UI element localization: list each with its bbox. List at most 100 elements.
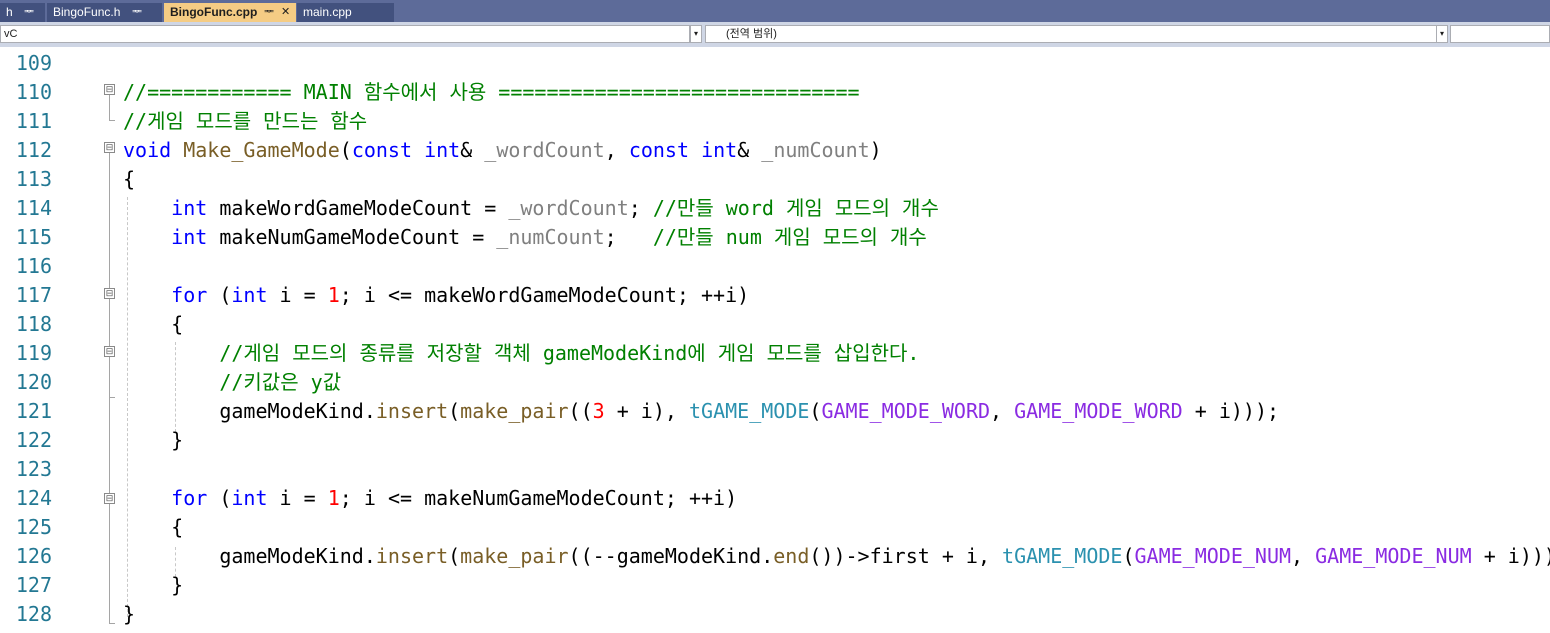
line-number: 126 xyxy=(15,544,52,568)
chevron-down-icon[interactable]: ▾ xyxy=(690,25,702,43)
code-line[interactable]: //게임 모드를 만드는 함수 xyxy=(123,107,367,136)
code-editor[interactable]: ⊟ ⊟ ⊟ ⊟ ⊟ 109 110 //============ MAIN 함수에서… xyxy=(0,47,1550,633)
code-line[interactable]: //게임 모드의 종류를 저장할 객체 gameModeKind에 게임 모드를… xyxy=(123,339,919,368)
code-token-plain: + i))); xyxy=(1483,544,1550,568)
fold-region-line xyxy=(109,357,110,397)
code-line[interactable]: gameModeKind.insert(make_pair((--gameMod… xyxy=(123,542,1550,571)
code-token-plain: & xyxy=(737,138,762,162)
line-number: 110 xyxy=(15,80,52,104)
code-token-plain: } xyxy=(123,602,136,626)
code-token-function: end xyxy=(773,544,810,568)
line-number: 122 xyxy=(15,428,52,452)
pin-icon[interactable]: ᆓ xyxy=(264,3,274,22)
line-number: 111 xyxy=(15,109,52,133)
line-number: 109 xyxy=(15,51,52,75)
line-number: 127 xyxy=(15,573,52,597)
line-number: 112 xyxy=(15,138,52,162)
code-token-function: insert xyxy=(375,399,449,423)
code-line[interactable]: //키값은 y값 xyxy=(123,368,341,397)
code-line[interactable]: } xyxy=(123,571,183,600)
code-token-comment: //만들 num 게임 모드의 개수 xyxy=(652,225,927,249)
tab-label: h xyxy=(6,5,13,19)
code-token-comment: //키값은 y값 xyxy=(219,370,342,394)
code-token-plain: ( xyxy=(339,138,352,162)
code-token-keyword: int xyxy=(424,138,461,162)
code-token-plain: + i))); xyxy=(1182,399,1280,423)
code-line[interactable]: //============ MAIN 함수에서 사용 ============… xyxy=(123,78,860,107)
pin-icon[interactable]: ᆓ xyxy=(132,3,142,22)
code-line[interactable]: void Make_GameMode(const int& _wordCount… xyxy=(123,136,882,165)
line-number: 124 xyxy=(15,486,52,510)
code-line[interactable]: for (int i = 1; i <= makeWordGameModeCou… xyxy=(123,281,749,310)
code-token-plain: ( xyxy=(448,544,461,568)
code-token-plain: ; i <= makeWordGameModeCount; ++i) xyxy=(339,283,750,307)
tab-h-file[interactable]: h ᆓ xyxy=(0,3,46,22)
code-token-plain: } xyxy=(123,573,184,597)
tab-label: BingoFunc.h xyxy=(53,5,121,19)
code-token-keyword: const xyxy=(628,138,690,162)
code-token-plain: ; xyxy=(628,196,653,220)
member-combo[interactable] xyxy=(1450,25,1550,43)
code-line[interactable]: for (int i = 1; i <= makeNumGameModeCoun… xyxy=(123,484,737,513)
navigation-bar: vC ▾ (전역 범위) ▾ xyxy=(0,22,1550,48)
fold-toggle-icon[interactable]: ⊟ xyxy=(104,346,115,357)
code-token-plain: i = xyxy=(267,486,328,510)
code-line[interactable]: { xyxy=(123,310,183,339)
line-number: 119 xyxy=(15,341,52,365)
code-token-macro: GAME_MODE_NUM xyxy=(1134,544,1292,568)
fold-toggle-icon[interactable]: ⊟ xyxy=(104,493,115,504)
code-token-comment: //게임 모드를 만드는 함수 xyxy=(123,109,368,133)
line-number: 125 xyxy=(15,515,52,539)
code-token-plain: , xyxy=(990,399,1015,423)
code-line[interactable]: gameModeKind.insert(make_pair((3 + i), t… xyxy=(123,397,1279,426)
code-token-plain: { xyxy=(123,515,184,539)
tab-bingofunc-cpp[interactable]: BingoFunc.cpp ᆓ ✕ xyxy=(164,3,296,22)
code-token-keyword: for xyxy=(171,486,208,510)
code-token-param: _wordCount xyxy=(508,196,629,220)
document-tab-strip: h ᆓ BingoFunc.h ᆓ BingoFunc.cpp ᆓ ✕ main… xyxy=(0,0,1550,22)
project-combo[interactable]: vC xyxy=(0,25,690,43)
close-icon[interactable]: ✕ xyxy=(281,3,290,22)
scope-combo[interactable]: (전역 범위) xyxy=(705,25,1448,43)
fold-toggle-icon[interactable]: ⊟ xyxy=(104,288,115,299)
chevron-down-icon[interactable]: ▾ xyxy=(1436,25,1448,43)
fold-toggle-icon[interactable]: ⊟ xyxy=(104,84,115,95)
code-token-function: make_pair xyxy=(460,544,569,568)
code-token-plain: ; xyxy=(604,225,653,249)
line-number: 118 xyxy=(15,312,52,336)
pin-icon[interactable]: ᆓ xyxy=(24,3,34,22)
code-token-plain: gameModeKind. xyxy=(123,544,376,568)
project-combo-value: vC xyxy=(4,28,18,40)
code-token-function: Make_GameMode xyxy=(183,138,340,162)
code-token-plain: , xyxy=(604,138,629,162)
code-token-plain: + i), xyxy=(604,399,689,423)
code-token-plain: ())->first + i, xyxy=(809,544,1003,568)
code-token-plain: makeNumGameModeCount = xyxy=(207,225,497,249)
code-token-keyword: void xyxy=(123,138,172,162)
code-token-plain: ((--gameModeKind. xyxy=(568,544,774,568)
code-line[interactable]: { xyxy=(123,165,135,194)
fold-toggle-icon[interactable]: ⊟ xyxy=(104,142,115,153)
tab-main-cpp[interactable]: main.cpp xyxy=(297,3,395,22)
code-line[interactable]: int makeNumGameModeCount = _numCount; //… xyxy=(123,223,927,252)
code-token-plain: ( xyxy=(448,399,461,423)
code-line[interactable]: } xyxy=(123,600,135,629)
tab-bingofunc-h[interactable]: BingoFunc.h ᆓ xyxy=(47,3,163,22)
code-line[interactable]: } xyxy=(123,426,183,455)
code-token-plain: makeWordGameModeCount = xyxy=(207,196,509,220)
line-number: 128 xyxy=(15,602,52,626)
line-number: 123 xyxy=(15,457,52,481)
code-token-plain: & xyxy=(460,138,485,162)
code-token-param: _wordCount xyxy=(484,138,605,162)
line-number: 120 xyxy=(15,370,52,394)
code-token-keyword: int xyxy=(231,486,268,510)
code-token-plain: { xyxy=(123,312,184,336)
code-line[interactable]: int makeWordGameModeCount = _wordCount; … xyxy=(123,194,939,223)
code-line[interactable]: { xyxy=(123,513,183,542)
